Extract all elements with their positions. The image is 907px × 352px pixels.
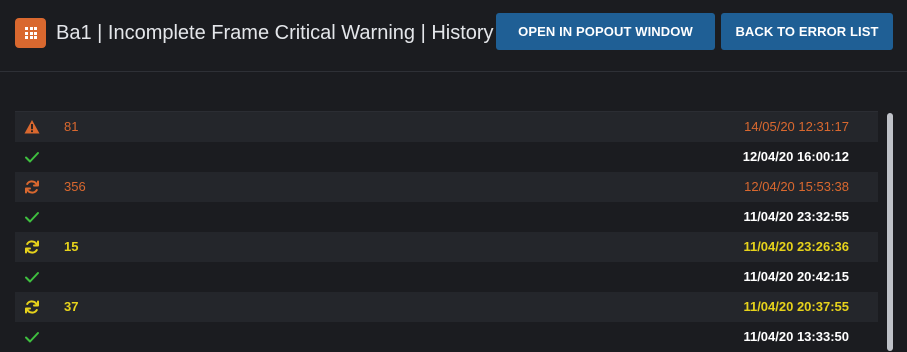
timestamp: 11/04/20 20:37:55: [743, 299, 849, 314]
occurrence-count: 15: [64, 239, 79, 254]
history-row[interactable]: 11/04/20 13:33:50: [15, 322, 878, 352]
page-title: Ba1 | Incomplete Frame Critical Warning …: [56, 22, 494, 44]
occurrence-count: 356: [64, 179, 86, 194]
check-icon: [24, 149, 40, 165]
occurrence-count: 81: [64, 119, 79, 134]
timestamp: 11/04/20 23:26:36: [743, 239, 849, 254]
history-row[interactable]: 11/04/20 20:42:15: [15, 262, 878, 292]
timestamp: 14/05/20 12:31:17: [744, 119, 849, 134]
history-row[interactable]: 11/04/20 23:32:55: [15, 202, 878, 232]
refresh-icon: [24, 239, 40, 255]
warning-icon: [24, 119, 40, 135]
open-popout-button[interactable]: OPEN IN POPOUT WINDOW: [496, 13, 715, 50]
header-bar: Ba1 | Incomplete Frame Critical Warning …: [0, 0, 907, 72]
vertical-scrollbar[interactable]: [887, 113, 893, 351]
refresh-icon: [24, 179, 40, 195]
timestamp: 11/04/20 20:42:15: [743, 269, 849, 284]
timestamp: 11/04/20 13:33:50: [743, 329, 849, 344]
check-icon: [24, 209, 40, 225]
timestamp: 11/04/20 23:32:55: [743, 209, 849, 224]
back-to-error-list-button[interactable]: BACK TO ERROR LIST: [721, 13, 893, 50]
history-row[interactable]: 81 14/05/20 12:31:17: [15, 112, 878, 142]
history-row[interactable]: 15 11/04/20 23:26:36: [15, 232, 878, 262]
history-row[interactable]: 12/04/20 16:00:12: [15, 142, 878, 172]
refresh-icon: [24, 299, 40, 315]
grid-icon: [15, 18, 46, 48]
timestamp: 12/04/20 16:00:12: [742, 149, 849, 164]
check-icon: [24, 269, 40, 285]
occurrence-count: 37: [64, 299, 79, 314]
history-row[interactable]: 37 11/04/20 20:37:55: [15, 292, 878, 322]
timestamp: 12/04/20 15:53:38: [744, 179, 849, 194]
history-list: 81 14/05/20 12:31:17 12/04/20 16:00:12 3…: [15, 111, 878, 352]
history-row[interactable]: 356 12/04/20 15:53:38: [15, 172, 878, 202]
check-icon: [24, 329, 40, 345]
